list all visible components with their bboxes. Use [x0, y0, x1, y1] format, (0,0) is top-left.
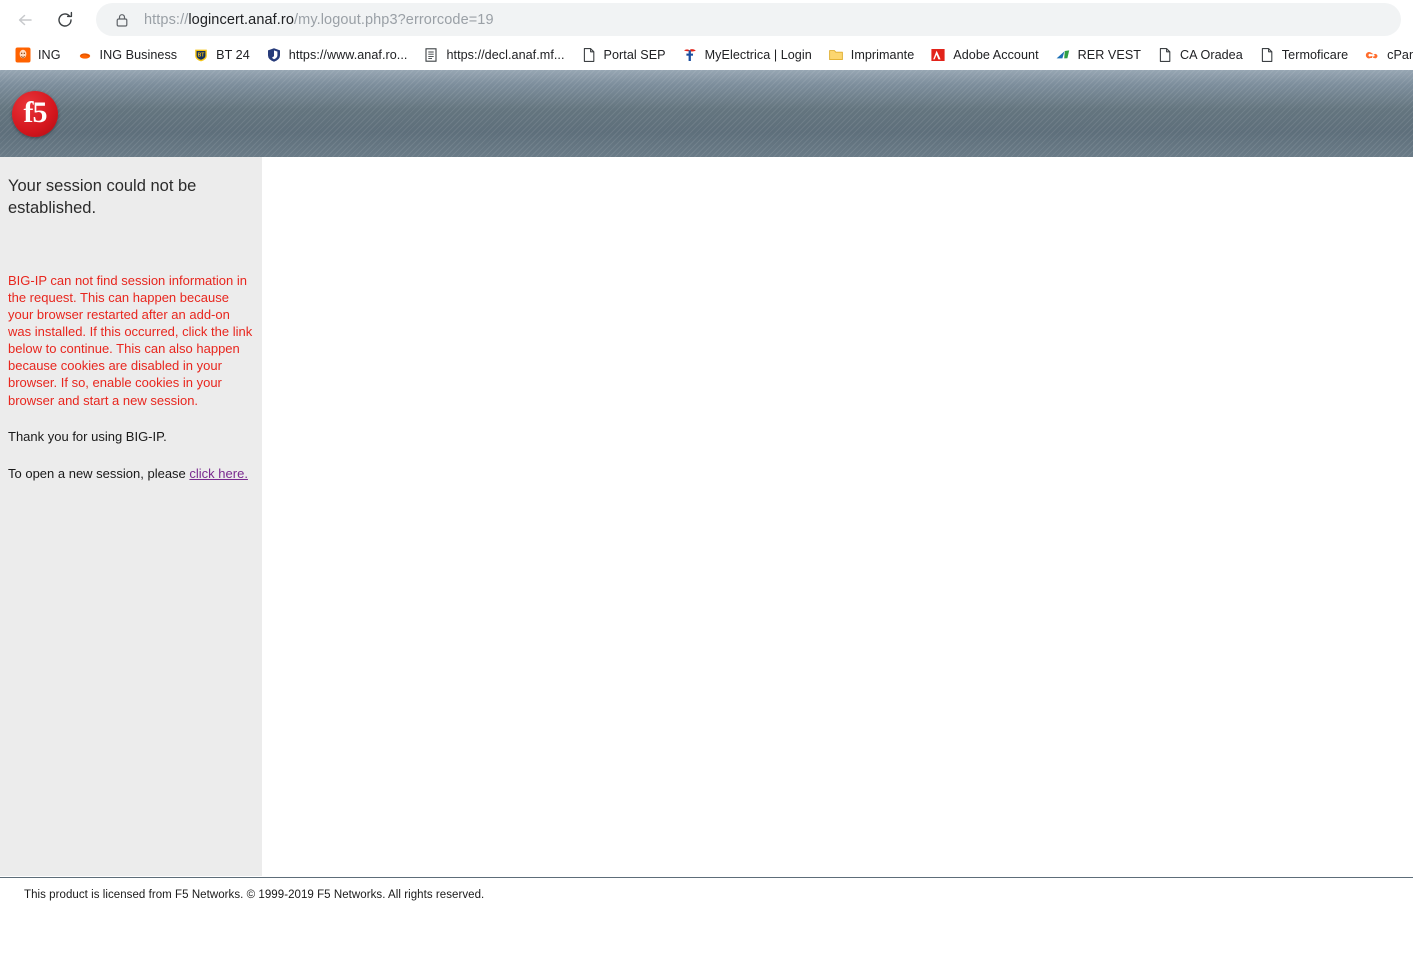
message-content: Your session could not be established. B…: [8, 175, 253, 483]
page-icon: [583, 47, 594, 62]
address-bar[interactable]: https://logincert.anaf.ro/my.logout.php3…: [96, 3, 1401, 36]
reload-button[interactable]: [48, 3, 82, 37]
browser-chrome: https://logincert.anaf.ro/my.logout.php3…: [0, 0, 1413, 70]
f5-logo: f5: [12, 91, 58, 137]
page-icon: [1159, 47, 1171, 62]
click-here-link[interactable]: click here.: [189, 466, 248, 481]
bookmark-label: https://www.anaf.ro...: [288, 47, 408, 62]
back-arrow-icon: [18, 14, 32, 25]
address-bar-text: https://logincert.anaf.ro/my.logout.php3…: [144, 12, 494, 28]
back-button[interactable]: [8, 3, 42, 37]
padlock-icon: [116, 13, 128, 27]
bookmark-adobe-account[interactable]: Adobe Account: [923, 43, 1045, 67]
bookmark-label: https://decl.anaf.mf...: [446, 47, 565, 62]
bookmark-label: Adobe Account: [953, 47, 1039, 62]
bookmark-myelectrica[interactable]: MyElectrica | Login: [675, 43, 819, 67]
folder-icon: [828, 49, 843, 60]
bookmark-anaf[interactable]: https://www.anaf.ro...: [259, 43, 415, 67]
browser-toolbar: https://logincert.anaf.ro/my.logout.php3…: [0, 0, 1413, 39]
bookmark-label: cPanel Login: [1387, 47, 1413, 62]
bookmark-label: Imprimante: [850, 47, 915, 62]
url-host: logincert.anaf.ro: [188, 11, 295, 28]
adobe-icon: [931, 48, 945, 61]
bookmark-imprimante[interactable]: Imprimante: [821, 43, 922, 67]
footer-copyright: This product is licensed from F5 Network…: [24, 889, 485, 901]
document-lines-icon: [425, 47, 438, 62]
bookmark-bt24[interactable]: BT BT 24: [186, 43, 257, 67]
message-panel: Your session could not be established. B…: [0, 157, 262, 876]
new-session-line: To open a new session, please click here…: [8, 466, 253, 483]
bookmark-label: Portal SEP: [603, 47, 666, 62]
reload-icon: [58, 11, 73, 27]
bookmark-label: ING Business: [99, 47, 178, 62]
cpanel-icon: [1365, 51, 1378, 58]
bookmark-ca-oradea[interactable]: CA Oradea: [1150, 43, 1250, 67]
page-title: Your session could not be established.: [8, 177, 197, 218]
bookmark-label: ING: [38, 47, 61, 62]
rer-vest-icon: [1056, 49, 1069, 58]
ing-lion-icon: [15, 47, 31, 62]
svg-text:BT: BT: [198, 52, 205, 58]
bookmark-termoficare[interactable]: Termoficare: [1252, 43, 1355, 67]
blue-shield-icon: [267, 47, 280, 62]
error-message: BIG-IP can not find session information …: [8, 272, 253, 408]
ing-business-icon: [79, 52, 90, 59]
bookmark-ing[interactable]: ING: [8, 43, 68, 67]
url-path: /my.logout.php3?errorcode=19: [294, 11, 494, 28]
bookmark-label: MyElectrica | Login: [704, 47, 812, 62]
page-icon: [1261, 47, 1273, 62]
bookmark-rer-vest[interactable]: RER VEST: [1048, 43, 1148, 67]
myelectrica-icon: [683, 48, 696, 61]
new-session-text: To open a new session, please: [8, 465, 190, 481]
footer-divider: [0, 877, 1413, 878]
f5-logo-text: f5: [23, 96, 48, 129]
bookmark-label: Termoficare: [1281, 47, 1349, 62]
thanks-message: Thank you for using BIG-IP.: [8, 428, 167, 444]
bookmark-label: RER VEST: [1077, 47, 1142, 62]
bookmarks-bar: ING ING Business BT BT 24 https://www.an…: [0, 39, 1413, 70]
url-scheme: https://: [144, 11, 189, 28]
page-body: Your session could not be established. B…: [0, 157, 1413, 877]
bookmark-ing-business[interactable]: ING Business: [70, 43, 185, 67]
bookmark-label: CA Oradea: [1180, 47, 1243, 62]
bt24-shield-icon: BT: [195, 49, 207, 61]
f5-header-banner: f5: [0, 70, 1413, 157]
bookmark-cpanel-login[interactable]: cPanel Login: [1357, 43, 1413, 67]
bookmark-decl-anaf[interactable]: https://decl.anaf.mf...: [416, 43, 571, 67]
bookmark-label: BT 24: [216, 47, 250, 62]
bookmark-portal-sep[interactable]: Portal SEP: [574, 43, 673, 67]
